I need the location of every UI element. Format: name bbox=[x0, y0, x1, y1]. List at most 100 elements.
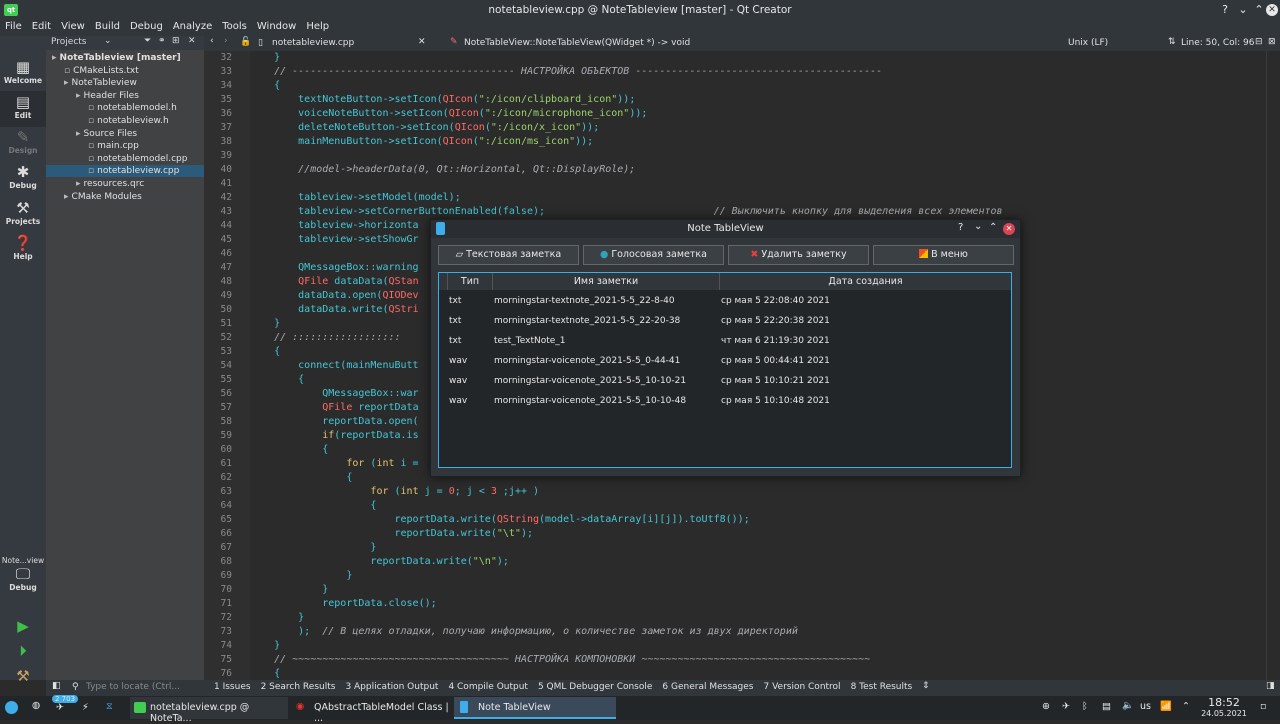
back-icon[interactable]: ‹ bbox=[210, 36, 214, 46]
show-desktop-icon[interactable]: ▫ bbox=[1260, 701, 1266, 712]
output-tab[interactable]: 2 Search Results bbox=[261, 682, 336, 692]
task-qtcreator[interactable]: notetableview.cpp @ NoteTa... bbox=[130, 697, 288, 724]
delete-note-button[interactable]: ✖ Удалить заметку bbox=[728, 245, 869, 265]
menu-analyze[interactable]: Analyze bbox=[168, 20, 217, 32]
output-tab[interactable]: 5 QML Debugger Console bbox=[538, 682, 652, 692]
close-icon[interactable]: ✕ bbox=[1266, 4, 1278, 16]
scrollbar[interactable] bbox=[1266, 51, 1280, 680]
menu-debug[interactable]: Debug bbox=[125, 20, 168, 32]
volume-icon[interactable]: 🔈 bbox=[1122, 700, 1134, 711]
table-cell[interactable]: чт мая 6 21:19:30 2021 bbox=[721, 331, 830, 351]
clock-date[interactable]: 24.05.2021 bbox=[1199, 709, 1249, 718]
mode-debug[interactable]: ✱ Debug bbox=[0, 163, 46, 190]
help-icon[interactable]: ? bbox=[1218, 3, 1232, 17]
kit-selector[interactable]: Note...view 🖵 Debug bbox=[0, 556, 46, 592]
menu-window[interactable]: Window bbox=[252, 20, 301, 32]
menu-view[interactable]: View bbox=[56, 20, 90, 32]
tree-item[interactable]: ▫ notetableview.h bbox=[88, 115, 169, 127]
file-lock-icon[interactable]: 🔓 bbox=[240, 37, 251, 47]
keyboard-layout[interactable]: us bbox=[1140, 701, 1151, 712]
filter-icon[interactable]: ⏷ bbox=[144, 36, 151, 46]
split-editor-icon[interactable]: ⇅ bbox=[1168, 37, 1176, 47]
clipboard-tray-icon[interactable]: ▤ bbox=[1102, 701, 1111, 712]
mode-help[interactable]: ❓ Help bbox=[0, 234, 46, 261]
toggle-output-icon[interactable]: ◨ bbox=[1266, 681, 1275, 691]
task-browser[interactable]: ◉ QAbstractTableModel Class | ... bbox=[292, 697, 450, 724]
maximize-icon[interactable]: ⌃ bbox=[1252, 3, 1266, 17]
menu-file[interactable]: File bbox=[0, 20, 27, 32]
close-editor-icon[interactable]: ⊠ bbox=[1268, 37, 1276, 47]
open-file-selector[interactable]: notetableview.cpp bbox=[272, 38, 354, 48]
build-button[interactable]: ⚒ bbox=[0, 667, 46, 685]
discord-icon[interactable]: ◍ bbox=[32, 700, 40, 711]
output-tab[interactable]: 1 Issues bbox=[214, 682, 251, 692]
table-cell[interactable]: txt bbox=[449, 311, 461, 331]
table-cell[interactable]: txt bbox=[449, 291, 461, 311]
table-cell[interactable]: wav bbox=[449, 351, 467, 371]
text-note-button[interactable]: ▱ Текстовая заметка bbox=[438, 245, 579, 265]
tree-item[interactable]: ▫ notetablemodel.cpp bbox=[88, 153, 187, 165]
menu-tools[interactable]: Tools bbox=[217, 20, 252, 32]
table-cell[interactable]: txt bbox=[449, 331, 461, 351]
mode-edit[interactable]: ▤ Edit bbox=[0, 91, 46, 127]
mode-projects[interactable]: ⚒ Projects bbox=[0, 199, 46, 226]
menu-edit[interactable]: Edit bbox=[27, 20, 56, 32]
symbol-selector[interactable]: NoteTableView::NoteTableView(QWidget *) … bbox=[464, 38, 690, 48]
output-tab[interactable]: 3 Application Output bbox=[345, 682, 438, 692]
close-icon[interactable]: ✕ bbox=[1003, 223, 1015, 235]
chevron-down-icon[interactable]: ⌄ bbox=[104, 36, 112, 46]
mode-welcome[interactable]: ▦ Welcome bbox=[0, 58, 46, 85]
output-tab[interactable]: 6 General Messages bbox=[662, 682, 753, 692]
ide-icon[interactable]: ⚡ bbox=[82, 702, 89, 713]
toggle-sidebar-icon[interactable]: ◧ bbox=[52, 681, 61, 691]
table-cell[interactable]: ср мая 5 00:44:41 2021 bbox=[721, 351, 830, 371]
minimize-icon[interactable]: ⌄ bbox=[974, 221, 982, 232]
voice-note-button[interactable]: ● Голосовая заметка bbox=[583, 245, 724, 265]
table-cell[interactable]: morningstar-textnote_2021-5-5_22-8-40 bbox=[494, 291, 675, 311]
table-cell[interactable]: morningstar-voicenote_2021-5-5_10-10-48 bbox=[494, 391, 686, 411]
split-icon[interactable]: ⊞ bbox=[172, 36, 180, 46]
tray-expand-icon[interactable]: ⌃ bbox=[1182, 701, 1190, 712]
tree-item[interactable]: ▸ NoteTableview bbox=[64, 77, 137, 89]
tree-item[interactable]: ▫ main.cpp bbox=[88, 140, 139, 152]
vscode-icon[interactable]: ⧖ bbox=[106, 701, 113, 712]
telegram-tray-icon[interactable]: ✈ bbox=[1062, 701, 1070, 712]
menu-help[interactable]: Help bbox=[301, 20, 334, 32]
output-tab[interactable]: 7 Version Control bbox=[763, 682, 840, 692]
task-note-tableview[interactable]: Note TableView bbox=[454, 697, 616, 719]
debug-run-button[interactable]: ⏵ bbox=[0, 642, 46, 660]
table-cell[interactable]: morningstar-textnote_2021-5-5_22-20-38 bbox=[494, 311, 680, 331]
table-cell[interactable]: morningstar-voicenote_2021-5-5_0-44-41 bbox=[494, 351, 680, 371]
tree-item[interactable]: ▸ Header Files bbox=[76, 90, 139, 102]
line-ending-selector[interactable]: Unix (LF) bbox=[1068, 38, 1108, 48]
output-tab[interactable]: 8 Test Results bbox=[851, 682, 913, 692]
menu-build[interactable]: Build bbox=[90, 20, 125, 32]
table-cell[interactable]: ср мая 5 22:08:40 2021 bbox=[721, 291, 830, 311]
line-number-gutter[interactable]: 32 33 34 35 36 37 38 39 40 41 42 43 44 45 46 47 48 49 50 51… bbox=[204, 51, 250, 680]
table-cell[interactable]: ср мая 5 10:10:21 2021 bbox=[721, 371, 830, 391]
table-cell[interactable]: ср мая 5 22:20:38 2021 bbox=[721, 311, 830, 331]
projects-pane-title[interactable]: Projects bbox=[51, 37, 86, 47]
bluetooth-icon[interactable]: ᛒ bbox=[1082, 701, 1088, 712]
notes-table[interactable]: Тип Имя заметки Дата создания txt morning… bbox=[438, 272, 1012, 468]
column-header-date[interactable]: Дата создания bbox=[720, 273, 1011, 290]
output-tab[interactable]: 4 Compile Output bbox=[448, 682, 528, 692]
table-cell[interactable]: ср мая 5 10:10:48 2021 bbox=[721, 391, 830, 411]
minimize-icon[interactable]: ⌄ bbox=[1236, 3, 1250, 17]
maximize-icon[interactable]: ⌃ bbox=[989, 222, 997, 233]
close-file-icon[interactable]: ✕ bbox=[418, 37, 426, 47]
app-launcher-icon[interactable] bbox=[5, 701, 18, 714]
table-cell[interactable]: morningstar-voicenote_2021-5-5_10-10-21 bbox=[494, 371, 686, 391]
tree-item[interactable]: ▫ CMakeLists.txt bbox=[64, 65, 139, 77]
run-button[interactable]: ▶ bbox=[0, 617, 46, 635]
wifi-icon[interactable]: 📶 bbox=[1160, 701, 1172, 712]
mode-design[interactable]: ✎ Design bbox=[0, 128, 46, 155]
tree-item[interactable]: ▸ CMake Modules bbox=[64, 191, 142, 203]
telegram-icon[interactable]: ✈ bbox=[56, 702, 64, 713]
tree-item[interactable]: ▸ resources.qrc bbox=[76, 178, 144, 190]
cursor-position[interactable]: Line: 50, Col: 96 bbox=[1181, 38, 1254, 48]
link-icon[interactable]: ⚭ bbox=[158, 36, 166, 46]
column-header-name[interactable]: Имя заметки bbox=[493, 273, 720, 290]
table-cell[interactable]: test_TextNote_1 bbox=[494, 331, 566, 351]
column-header-type[interactable]: Тип bbox=[448, 273, 493, 290]
